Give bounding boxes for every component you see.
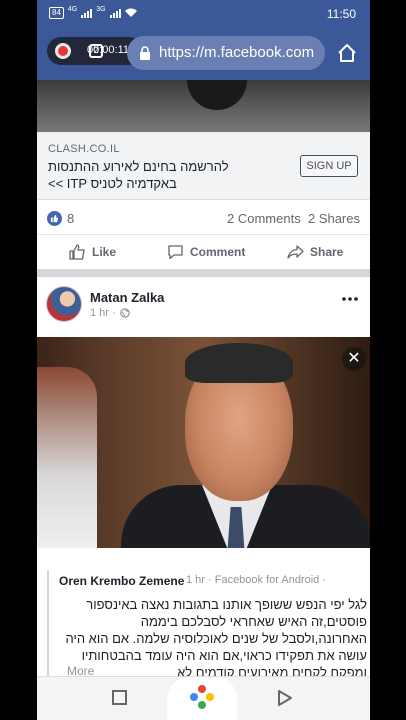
back-triangle-icon[interactable]	[277, 689, 293, 707]
close-icon[interactable]: ✕	[342, 347, 366, 371]
ad-link-card[interactable]: CLASH.CO.IL להרשמה בחינם לאירוע ההתנסות …	[37, 132, 370, 200]
like-label: Like	[92, 245, 117, 259]
like-count[interactable]: 8	[67, 211, 74, 226]
post-actions: Like Comment Share	[37, 235, 370, 269]
post-time-text: 1 hr ·	[90, 307, 116, 319]
clock: 11:50	[326, 7, 356, 21]
share-label: Share	[310, 245, 344, 259]
assistant-dot-yellow	[206, 693, 214, 701]
previous-post-image[interactable]	[37, 80, 370, 132]
url-bar[interactable]: https://m.facebook.com	[127, 36, 325, 70]
tab-switcher-button[interactable]: 2	[89, 44, 103, 58]
avatar[interactable]	[46, 286, 82, 322]
comment-text: לגל יפי הנפש ששופך אותנו בתגובות נאצה בא…	[65, 597, 367, 680]
comment-author[interactable]: Oren Krembo Zemene	[59, 574, 184, 588]
status-indicators: 84 4G 3G	[49, 5, 137, 19]
feed-divider	[37, 269, 370, 277]
post-photo[interactable]: ✕	[37, 337, 370, 548]
like-reaction-icon	[47, 211, 62, 226]
assistant-dot-red	[198, 685, 206, 693]
reactions-summary: 8 2 Comments 2 Shares	[37, 200, 370, 235]
comment-button[interactable]: Comment	[167, 244, 245, 260]
network-type-1: 4G	[67, 5, 78, 13]
status-bar: 84 4G 3G 11:50	[37, 0, 370, 28]
post-header: Matan Zalka 1 hr ·	[37, 277, 370, 337]
globe-icon	[119, 308, 130, 318]
share-icon	[287, 245, 304, 259]
shared-comment-block: Oren Krembo Zemene 1 hr · Facebook for A…	[37, 548, 370, 680]
assistant-dot-green	[198, 701, 206, 709]
home-button[interactable]	[167, 677, 237, 720]
signal-icon-2	[109, 8, 121, 18]
sign-up-button[interactable]: SIGN UP	[300, 155, 358, 177]
comment-meta: 1 hr · Facebook for Android ·	[186, 574, 327, 586]
wifi-icon	[124, 8, 137, 17]
ad-domain: CLASH.CO.IL	[48, 143, 120, 155]
assistant-dot-blue	[190, 693, 198, 701]
shares-count[interactable]: 2 Shares	[308, 211, 360, 226]
battery-icon: 84	[49, 7, 64, 19]
recents-button[interactable]	[112, 690, 127, 705]
phone-screen: 84 4G 3G 11:50 00:00:11 2 https://m.face…	[37, 0, 370, 720]
like-button[interactable]: Like	[69, 244, 116, 260]
home-icon[interactable]	[336, 42, 358, 64]
post-timestamp: 1 hr ·	[90, 307, 130, 319]
system-nav-bar	[37, 676, 370, 720]
ad-title: להרשמה בחינם לאירוע ההתנסות באקדמיה לטני…	[48, 158, 248, 192]
photo-hair	[185, 343, 293, 383]
more-options-icon[interactable]	[342, 297, 358, 301]
signal-icon	[81, 8, 93, 18]
post-author[interactable]: Matan Zalka	[90, 290, 164, 305]
ad-title-line-1: להרשמה בחינם לאירוע ההתנסות	[48, 159, 229, 174]
comment-icon	[168, 245, 183, 260]
ad-title-line-2: באקדמיה לטניס ITP >>	[48, 176, 177, 191]
record-icon	[55, 43, 71, 59]
comments-count[interactable]: 2 Comments	[227, 211, 301, 226]
share-button[interactable]: Share	[287, 244, 343, 260]
url-text: https://m.facebook.com	[159, 44, 315, 61]
thumbs-up-icon	[69, 244, 85, 260]
comment-label: Comment	[190, 245, 246, 259]
photo-background-person	[37, 367, 97, 548]
lock-icon	[140, 46, 150, 60]
quoted-comment[interactable]: Oren Krembo Zemene 1 hr · Facebook for A…	[47, 570, 369, 680]
browser-toolbar: 00:00:11 2 https://m.facebook.com	[37, 28, 370, 80]
network-type-2: 3G	[96, 5, 106, 13]
